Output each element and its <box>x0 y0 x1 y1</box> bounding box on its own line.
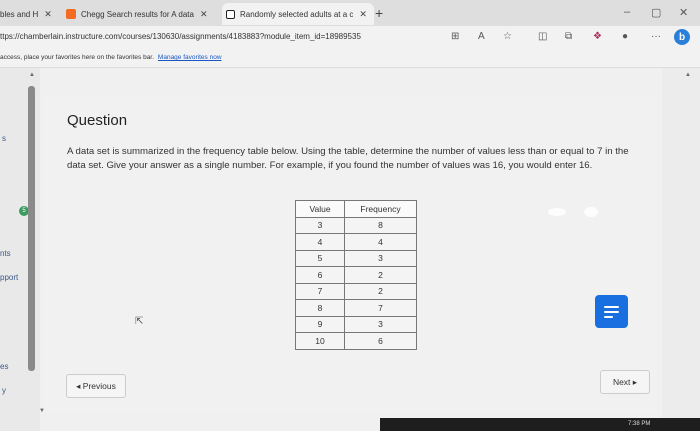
question-number: 16 <box>492 160 504 171</box>
tab-1[interactable]: bles and H ✕ <box>0 3 58 25</box>
nav-item[interactable]: nts <box>0 249 11 258</box>
table-header-row: Value Frequency <box>295 200 417 218</box>
table-row: 53 <box>295 249 417 267</box>
next-button[interactable]: Next ▸ <box>600 370 650 394</box>
close-icon[interactable]: ✕ <box>359 9 367 20</box>
manage-favorites-link[interactable]: Manage favorites now <box>158 54 222 61</box>
tab-2[interactable]: Chegg Search results for A data ✕ <box>66 3 216 25</box>
chegg-icon <box>66 9 76 19</box>
value-header: Value <box>295 200 345 218</box>
value-cell: 4 <box>295 233 345 251</box>
page-scroll-up-icon[interactable]: ▲ <box>685 72 691 78</box>
nav-item[interactable]: pport <box>0 273 18 282</box>
left-scrollbar[interactable] <box>28 86 35 371</box>
tab-strip: bles and H ✕ Chegg Search results for A … <box>0 0 700 26</box>
frequency-cell: 3 <box>344 249 417 267</box>
question-text-part: A data set is summarized in the frequenc… <box>67 146 598 157</box>
question-text-part: . <box>589 160 593 171</box>
browser-window: bles and H ✕ Chegg Search results for A … <box>0 0 700 431</box>
tab-3-label: Randomly selected adults at a c <box>240 9 354 19</box>
url-field[interactable]: ttps://chamberlain.instructure.com/cours… <box>0 32 361 41</box>
read-aloud-icon[interactable]: A <box>478 31 485 42</box>
table-row: 87 <box>295 299 417 317</box>
value-cell: 6 <box>295 266 345 284</box>
value-cell: 8 <box>295 299 345 317</box>
favorites-bar: access, place your favorites here on the… <box>0 50 700 68</box>
table-row: 62 <box>295 266 417 284</box>
collections-icon[interactable]: ⧉ <box>565 31 572 42</box>
new-tab-button[interactable]: + <box>375 5 383 21</box>
nav-item[interactable]: s <box>2 134 6 143</box>
value-cell: 7 <box>295 282 345 300</box>
profile-icon[interactable]: ● <box>622 31 628 42</box>
favorite-star-icon[interactable]: ☆ <box>503 31 512 42</box>
window-close-icon[interactable]: ✕ <box>679 6 688 19</box>
screen-glare <box>584 207 598 217</box>
course-nav: s 5 nts pport es y ▲ ▼ <box>0 68 45 431</box>
app-available-icon[interactable]: ⊞ <box>451 31 459 42</box>
favorites-bar-text: access, place your favorites here on the… <box>0 54 222 61</box>
split-screen-icon[interactable]: ◫ <box>538 31 547 42</box>
frequency-cell: 3 <box>344 315 417 333</box>
taskbar <box>380 418 700 431</box>
nav-item[interactable]: y <box>2 386 6 395</box>
minimize-icon[interactable]: – <box>624 6 630 18</box>
clock: 7:38 PM <box>628 421 651 427</box>
value-cell: 9 <box>295 315 345 333</box>
frequency-header: Frequency <box>344 200 417 218</box>
favorites-message: access, place your favorites here on the… <box>0 54 154 61</box>
frequency-cell: 2 <box>344 282 417 300</box>
question-card: Question A data set is summarized in the… <box>44 96 700 412</box>
bing-icon[interactable]: b <box>674 29 690 45</box>
table-row: 72 <box>295 282 417 300</box>
frequency-table: Value Frequency 38 44 53 62 72 87 93 10 6 <box>295 200 417 350</box>
right-gutter: ▲ <box>662 68 700 431</box>
tab-2-label: Chegg Search results for A data <box>81 9 194 19</box>
close-icon[interactable]: ✕ <box>200 9 208 20</box>
frequency-cell: 4 <box>344 233 417 251</box>
extensions-icon[interactable]: ❖ <box>593 31 602 42</box>
question-title: Question <box>67 112 128 129</box>
tab-1-label: bles and H <box>0 9 39 19</box>
chat-icon[interactable] <box>595 295 628 328</box>
table-row: 38 <box>295 216 417 234</box>
question-text-part: , you would enter <box>503 160 579 171</box>
table-row: 44 <box>295 233 417 251</box>
previous-button[interactable]: ◂ Previous <box>66 374 126 398</box>
table-row: 10 6 <box>295 332 417 350</box>
value-cell: 3 <box>295 216 345 234</box>
more-icon[interactable]: ··· <box>651 31 661 42</box>
page-content: s 5 nts pport es y ▲ ▼ Question A data s… <box>0 68 700 431</box>
tab-page-icon <box>226 9 235 19</box>
address-bar: ttps://chamberlain.instructure.com/cours… <box>0 26 700 50</box>
close-icon[interactable]: ✕ <box>44 9 52 20</box>
question-text: A data set is summarized in the frequenc… <box>67 145 645 173</box>
table-row: 93 <box>295 315 417 333</box>
value-cell: 10 <box>295 332 345 350</box>
screen-glare <box>548 208 566 216</box>
frequency-cell: 2 <box>344 266 417 284</box>
tab-3[interactable]: Randomly selected adults at a c ✕ <box>222 3 374 25</box>
restore-icon[interactable]: ▢ <box>651 6 661 19</box>
frequency-cell: 6 <box>344 332 417 350</box>
frequency-cell: 7 <box>344 299 417 317</box>
question-number: 16 <box>578 160 590 171</box>
mouse-cursor-icon: ⇱ <box>135 316 144 327</box>
nav-item[interactable]: es <box>0 362 8 371</box>
scroll-up-arrow-icon[interactable]: ▲ <box>29 72 35 78</box>
value-cell: 5 <box>295 249 345 267</box>
frequency-cell: 8 <box>344 216 417 234</box>
